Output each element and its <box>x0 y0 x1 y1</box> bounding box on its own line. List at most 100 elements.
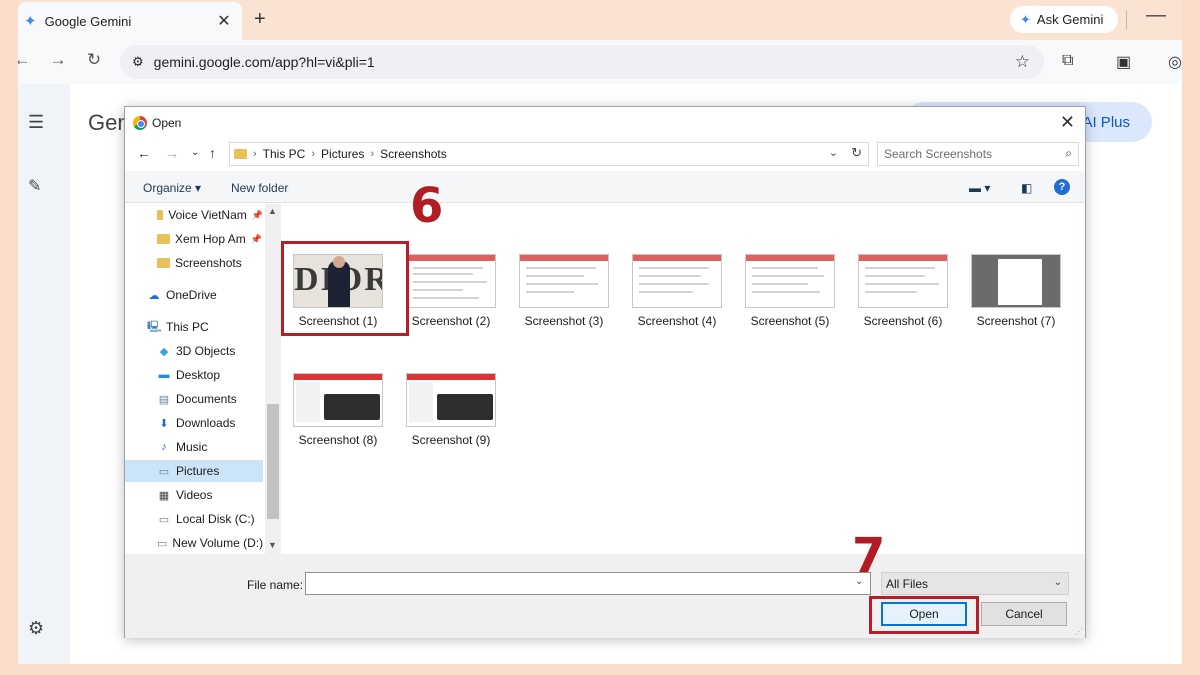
dialog-title: Open <box>152 116 182 130</box>
resize-grip-icon[interactable]: ⋰ <box>1075 627 1083 636</box>
thumbnail-document <box>632 254 722 308</box>
file-name-input[interactable] <box>305 572 871 595</box>
nav-item-local-disk-c[interactable]: ▭ Local Disk (C:) <box>157 508 263 530</box>
nav-item-documents[interactable]: ▤ Documents <box>157 388 263 410</box>
search-input[interactable]: Search Screenshots ⌕ <box>877 142 1079 166</box>
chevron-down-icon: ⌄ <box>1053 577 1062 588</box>
reload-icon[interactable]: ↻ <box>82 50 106 70</box>
file-item[interactable]: Screenshot (4) <box>622 244 732 340</box>
nav-item-label: New Volume (D:) <box>172 536 263 550</box>
command-bar: Organize ▾ New folder ▬ ▾ ◧ ? <box>125 171 1085 203</box>
gemini-sidebar: ☰ ✎ ⚙ <box>18 84 70 664</box>
chevron-right-icon: › <box>311 148 316 160</box>
file-name: Screenshot (2) <box>411 314 491 328</box>
file-type-select[interactable]: All Files ⌄ <box>881 572 1069 595</box>
nav-item-onedrive[interactable]: ☁ OneDrive <box>147 284 265 306</box>
nav-item-3d-objects[interactable]: ◆ 3D Objects <box>157 340 263 362</box>
file-item[interactable]: Screenshot (5) <box>735 244 845 340</box>
nav-item-music[interactable]: ♪ Music <box>157 436 263 458</box>
minimize-button[interactable]: — <box>1146 4 1166 27</box>
close-tab-icon[interactable]: ✕ <box>214 11 234 31</box>
ai-plus-label: AI Plus <box>1082 113 1130 131</box>
close-dialog-icon[interactable]: ✕ <box>1060 112 1075 133</box>
file-item[interactable]: Screenshot (9) <box>396 363 506 459</box>
address-bar[interactable]: ⚙ gemini.google.com/app?hl=vi&pli=1 ☆ <box>120 45 1044 79</box>
view-options-icon[interactable]: ▬ ▾ <box>969 181 990 195</box>
extensions-icon[interactable]: ⧉ <box>1062 52 1073 70</box>
forward-arrow-icon[interactable]: → <box>165 145 179 161</box>
ask-gemini-button[interactable]: ✦ Ask Gemini <box>1010 6 1118 33</box>
chevron-up-icon[interactable]: ▲ <box>268 206 277 216</box>
highlight-screenshot-1 <box>281 241 409 336</box>
new-chat-icon[interactable]: ✎ <box>28 176 41 196</box>
film-icon: ▦ <box>158 489 170 502</box>
file-item[interactable]: Screenshot (6) <box>848 244 958 340</box>
window-separator <box>1126 10 1127 30</box>
nav-item-screenshots[interactable]: Screenshots <box>157 252 263 274</box>
chevron-down-icon[interactable]: ⌄ <box>829 146 838 159</box>
nav-item-label: Pictures <box>176 464 220 478</box>
file-item[interactable]: Screenshot (8) <box>283 363 393 459</box>
cancel-button[interactable]: Cancel <box>981 602 1067 626</box>
nav-item-label: Music <box>176 440 208 454</box>
chevron-right-icon: › <box>370 148 375 160</box>
nav-item-downloads[interactable]: ⬇ Downloads <box>157 412 263 434</box>
thumbnail-document <box>519 254 609 308</box>
file-type-value: All Files <box>886 576 929 591</box>
breadcrumb-pictures[interactable]: Pictures <box>321 147 364 161</box>
bookmark-star-icon[interactable]: ☆ <box>1015 52 1030 72</box>
drive-icon: ▭ <box>158 513 170 526</box>
new-tab-button[interactable]: + <box>254 8 266 31</box>
nav-item-voice-vietnam[interactable]: Voice VietNam 📌 <box>157 204 263 226</box>
thumbnail-keyboard <box>293 373 383 427</box>
preview-pane-icon[interactable]: ◧ <box>1021 181 1032 195</box>
file-name: Screenshot (6) <box>863 314 943 328</box>
nav-item-new-volume-d[interactable]: ▭ New Volume (D:) <box>157 532 263 554</box>
nav-item-this-pc[interactable]: 🖳 This PC <box>147 316 265 338</box>
nav-item-videos[interactable]: ▦ Videos <box>157 484 263 506</box>
pin-icon: 📌 <box>251 209 263 220</box>
nav-item-desktop[interactable]: ▬ Desktop <box>157 364 263 386</box>
search-icon: ⌕ <box>1065 146 1072 160</box>
nav-item-pictures[interactable]: ▭ Pictures <box>125 460 263 482</box>
nav-item-label: OneDrive <box>166 288 217 302</box>
nav-item-xem-hop-am[interactable]: Xem Hop Am 📌 <box>157 228 263 250</box>
search-tabs-icon[interactable]: ▣ <box>1116 52 1131 72</box>
breadcrumb-screenshots[interactable]: Screenshots <box>380 147 447 161</box>
computer-icon: 🖳 <box>147 320 162 333</box>
nav-item-label: Videos <box>176 488 213 502</box>
file-item[interactable]: Screenshot (3) <box>509 244 619 340</box>
performance-icon[interactable]: ◎ <box>1168 52 1182 72</box>
folder-icon <box>157 234 170 244</box>
nav-item-label: Local Disk (C:) <box>176 512 255 526</box>
download-arrow-icon: ⬇ <box>159 417 169 430</box>
back-arrow-icon[interactable]: ← <box>137 145 151 161</box>
breadcrumb[interactable]: › This PC › Pictures › Screenshots ⌄ ↻ <box>229 142 869 166</box>
tab-google-gemini[interactable]: ✦ Google Gemini ✕ <box>18 2 242 40</box>
pin-icon: 📌 <box>250 233 262 244</box>
nav-item-label: Desktop <box>176 368 221 382</box>
menu-icon[interactable]: ☰ <box>28 112 44 133</box>
new-folder-button[interactable]: New folder <box>231 181 288 195</box>
folder-icon <box>157 258 170 268</box>
chevron-down-icon[interactable]: ▼ <box>268 540 277 550</box>
file-item[interactable]: Screenshot (2) <box>396 244 506 340</box>
file-name: Screenshot (5) <box>750 314 830 328</box>
recent-locations-icon[interactable]: ⌄ <box>191 147 199 158</box>
nav-scrollbar[interactable]: ▲ ▼ <box>265 204 281 554</box>
nav-item-label: This PC <box>166 320 209 334</box>
help-icon[interactable]: ? <box>1054 179 1070 195</box>
back-arrow-icon[interactable]: ← <box>18 50 34 70</box>
open-file-dialog: Open ✕ ← → ⌄ ↑ › This PC › Pictures › Sc… <box>124 106 1086 638</box>
file-item[interactable]: Screenshot (7) <box>961 244 1071 340</box>
up-arrow-icon[interactable]: ↑ <box>209 145 216 161</box>
ask-gemini-label: Ask Gemini <box>1036 12 1104 27</box>
refresh-icon[interactable]: ↻ <box>851 145 862 161</box>
breadcrumb-this-pc[interactable]: This PC <box>263 147 306 161</box>
settings-gear-icon[interactable]: ⚙ <box>28 618 44 639</box>
scrollbar-thumb[interactable] <box>267 404 279 519</box>
site-settings-icon[interactable]: ⚙ <box>132 54 144 70</box>
forward-arrow-icon[interactable]: → <box>46 50 70 70</box>
organize-button[interactable]: Organize ▾ <box>143 181 201 195</box>
browser-toolbar: ← → ↻ ⚙ gemini.google.com/app?hl=vi&pli=… <box>18 40 1182 84</box>
